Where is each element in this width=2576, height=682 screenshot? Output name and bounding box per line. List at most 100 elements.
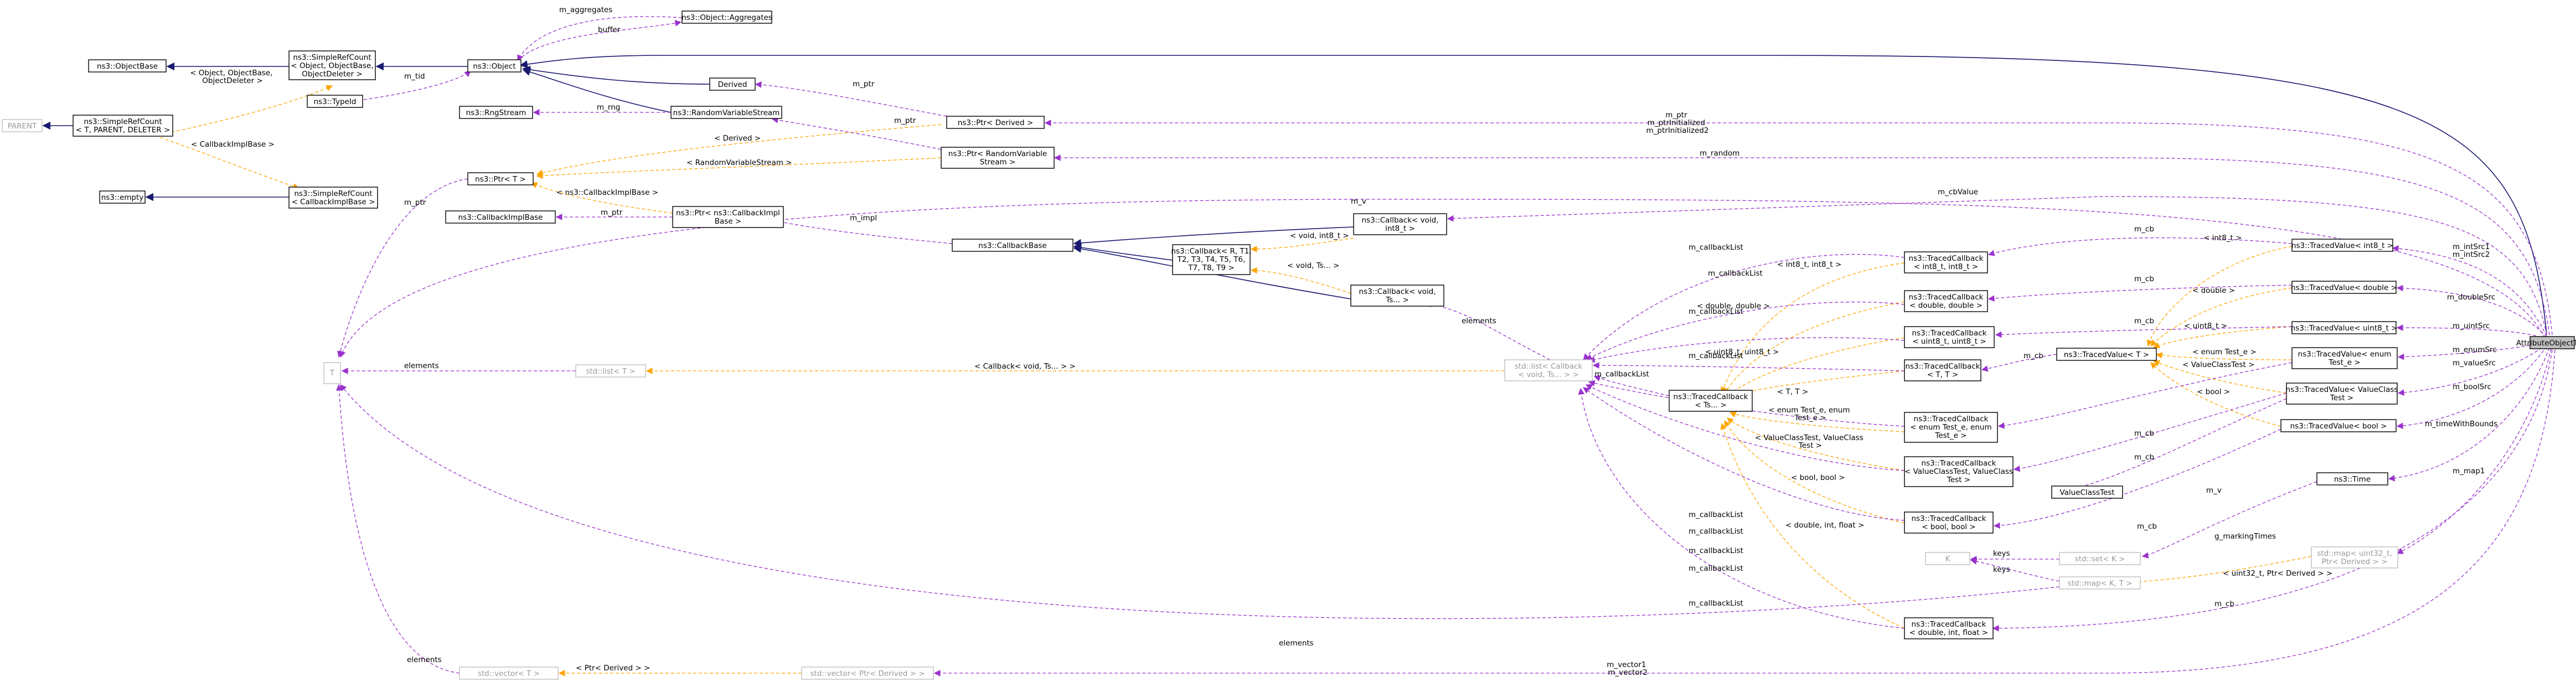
node-object-base[interactable]: ns3::ObjectBase <box>88 59 167 73</box>
node-derived[interactable]: Derived <box>709 78 756 91</box>
node-parent[interactable]: PARENT <box>2 119 43 132</box>
node-std-map-kt[interactable]: std::map< K, T > <box>2059 576 2141 590</box>
svg-text:ns3::empty: ns3::empty <box>101 193 144 202</box>
edge-ptrderived-to-derived <box>755 81 947 117</box>
node-traced-callback-uint8[interactable]: ns3::TracedCallback < uint8_t, uint8_t > <box>1904 326 1995 348</box>
edge-stdlist-elements <box>1424 301 1551 360</box>
svg-text:ValueClassTest: ValueClassTest <box>2059 488 2114 497</box>
svg-text:ns3::SimpleRefCount< CallbackI: ns3::SimpleRefCount < CallbackImplBase > <box>292 189 375 206</box>
svg-text:std::list< T >: std::list< T > <box>586 367 635 376</box>
label-ptr-t-member: m_ptr <box>404 198 426 207</box>
node-traced-callback-enum[interactable]: ns3::TracedCallback < enum Test_e, enum Te… <box>1904 412 1998 443</box>
svg-text:ns3::Object: ns3::Object <box>473 62 515 71</box>
label-valueclasstest-tpl: < ValueClassTest > <box>2182 360 2254 369</box>
label-cb-5: m_cb <box>2134 429 2154 438</box>
svg-text:std::list< Callback< void, Ts.: std::list< Callback < void, Ts... > > <box>1515 362 1583 379</box>
node-traced-value-double[interactable]: ns3::TracedValue< double > <box>2291 281 2397 294</box>
node-traced-value-bool[interactable]: ns3::TracedValue< bool > <box>2280 419 2397 432</box>
node-std-vector-t[interactable]: std::vector< T > <box>459 666 559 680</box>
node-empty[interactable]: ns3::empty <box>99 190 146 204</box>
label-cbvalue: m_cbValue <box>1938 188 1978 197</box>
label-double-tpl: < double > <box>2192 286 2235 295</box>
node-traced-callback-double[interactable]: ns3::TracedCallback < double, double > <box>1904 290 1988 312</box>
node-callback-void-int8[interactable]: ns3::Callback< void, int8_t > <box>1353 213 1447 235</box>
edge-time-markingtimes <box>2141 481 2317 559</box>
label-elements-callback: elements <box>1462 317 1496 326</box>
node-callback-base[interactable]: ns3::CallbackBase <box>952 239 1073 252</box>
node-rng-stream[interactable]: ns3::RngStream <box>459 106 533 119</box>
label-derived-tpl: < Derived > <box>714 134 761 143</box>
svg-text:std::vector< T >: std::vector< T > <box>478 669 540 678</box>
node-std-set-k[interactable]: std::set< K > <box>2059 552 2141 565</box>
node-t[interactable]: T <box>323 362 341 384</box>
node-callback-many[interactable]: ns3::Callback< R, T1, T2, T3, T4, T5, T6,… <box>1171 244 1252 275</box>
node-std-map-uint32[interactable]: std::map< uint32_t, Ptr< Derived > > <box>2311 546 2398 569</box>
node-random-variable-stream[interactable]: ns3::RandomVariableStream <box>670 106 782 119</box>
svg-text:ns3::TracedCallback< uint8_t,: ns3::TracedCallback < uint8_t, uint8_t > <box>1912 329 1987 346</box>
label-uint-src: m_uintSrc <box>2453 322 2490 330</box>
label-callbacklist-5: m_callbackList <box>1594 370 1649 379</box>
node-traced-value-enum[interactable]: ns3::TracedValue< enum Test_e > <box>2291 347 2398 369</box>
node-attribute-object-test[interactable]: AttributeObjectTest <box>2516 336 2576 349</box>
label-callbacklist-2: m_callbackList <box>1708 269 1763 278</box>
node-value-class-test[interactable]: ValueClassTest <box>2051 485 2123 499</box>
node-ptr-derived[interactable]: ns3::Ptr< Derived > <box>946 116 1045 129</box>
node-traced-callback-ts[interactable]: ns3::TracedCallback < Ts... > <box>1669 390 1753 412</box>
node-k[interactable]: K <box>1925 552 1970 565</box>
label-ptr-derived-tpl: < Ptr< Derived > > <box>576 664 650 673</box>
node-traced-callback-bool[interactable]: ns3::TracedCallback < bool, bool > <box>1904 512 1994 534</box>
label-cb-8: m_cb <box>2214 600 2234 608</box>
node-traced-callback-dif[interactable]: ns3::TracedCallback < double, int, float … <box>1904 617 1994 639</box>
node-simple-ref-count-object[interactable]: ns3::SimpleRefCount < Object, ObjectBase,… <box>288 50 376 80</box>
node-std-list-callback[interactable]: std::list< Callback < void, Ts... > > <box>1504 359 1593 381</box>
svg-text:std::map< K, T >: std::map< K, T > <box>2068 579 2133 588</box>
node-callback-void-ts[interactable]: ns3::Callback< void, Ts... > <box>1350 285 1444 307</box>
svg-text:ns3::RngStream: ns3::RngStream <box>466 108 526 117</box>
label-cb-3: m_cb <box>2134 317 2154 326</box>
node-traced-callback-tt[interactable]: ns3::TracedCallback < T, T > <box>1904 359 1981 381</box>
node-ptr-t[interactable]: ns3::Ptr< T > <box>467 172 534 185</box>
label-int-src: m_intSrc1 m_intSrc2 <box>2453 242 2492 259</box>
label-marking-times: g_markingTimes <box>2214 532 2276 541</box>
label-tid: m_tid <box>404 72 425 81</box>
node-traced-callback-valueclass[interactable]: ns3::TracedCallback < ValueClassTest, Val… <box>1904 456 2014 487</box>
node-ptr-random[interactable]: ns3::Ptr< RandomVariable Stream > <box>941 147 1055 169</box>
node-traced-callback-int8[interactable]: ns3::TracedCallback < int8_t, int8_t > <box>1904 251 1988 273</box>
label-cb-1: m_cb <box>2134 225 2154 234</box>
node-time[interactable]: ns3::Time <box>2316 472 2388 485</box>
node-traced-value-valueclass[interactable]: ns3::TracedValue< ValueClass Test > <box>2286 383 2398 405</box>
label-callbacklist-10: m_callbackList <box>1689 599 1743 608</box>
label-double-double-tpl: < double, double > <box>1697 302 1770 311</box>
node-ptr-callback-impl[interactable]: ns3::Ptr< ns3::CallbackImpl Base > <box>672 206 784 228</box>
svg-text:ns3::RandomVariableStream: ns3::RandomVariableStream <box>673 108 780 117</box>
edge-derived-to-object <box>522 65 710 85</box>
node-traced-value-int8[interactable]: ns3::TracedValue< int8_t > <box>2291 239 2393 252</box>
node-std-list-t[interactable]: std::list< T > <box>575 364 646 378</box>
node-object-aggregates[interactable]: ns3::Object::Aggregates <box>682 11 772 24</box>
label-callback-impl-tpl: < CallbackImplBase > <box>191 140 275 149</box>
svg-text:ns3::TracedCallback< int8_t, i: ns3::TracedCallback < int8_t, int8_t > <box>1909 254 1984 271</box>
label-random-tpl: < RandomVariableStream > <box>686 158 792 167</box>
node-callback-impl-base[interactable]: ns3::CallbackImplBase <box>445 210 556 224</box>
label-uint8-t-tpl: < uint8_t > <box>2184 322 2227 330</box>
edge-map-keys <box>1970 558 2060 582</box>
label-ptr-callback-member: m_ptr <box>601 208 623 217</box>
svg-text:PARENT: PARENT <box>8 122 38 131</box>
svg-text:ns3::TracedValue< int8_t >: ns3::TracedValue< int8_t > <box>2291 241 2393 250</box>
node-traced-value-uint8[interactable]: ns3::TracedValue< uint8_t > <box>2291 321 2398 334</box>
edge-tv-int8-cb <box>1988 237 2293 256</box>
node-simple-ref-count-generic[interactable]: ns3::SimpleRefCount < T, PARENT, DELETER … <box>73 115 173 137</box>
node-simple-ref-count-callback[interactable]: ns3::SimpleRefCount < CallbackImplBase > <box>288 187 378 209</box>
label-dif-tpl: < double, int, float > <box>1785 521 1864 530</box>
label-rng: m_rng <box>597 103 620 112</box>
node-std-vector-ptr[interactable]: std::vector< Ptr< Derived > > <box>801 666 934 680</box>
node-traced-value-t[interactable]: ns3::TracedValue< T > <box>2056 348 2157 361</box>
label-vectors: m_vector1 m_vector2 <box>1607 660 1649 677</box>
label-uint32-ptr-tpl: < uint32_t, Ptr< Derived > > <box>2223 569 2332 578</box>
edge-ts-callbacklist <box>1593 375 1670 396</box>
label-elements-vector: elements <box>407 655 442 664</box>
label-keys-2: keys <box>1993 565 2010 574</box>
label-value-src: m_valueSrc <box>2453 359 2496 368</box>
node-type-id[interactable]: ns3::TypeId <box>307 95 363 108</box>
node-object[interactable]: ns3::Object <box>467 59 522 73</box>
